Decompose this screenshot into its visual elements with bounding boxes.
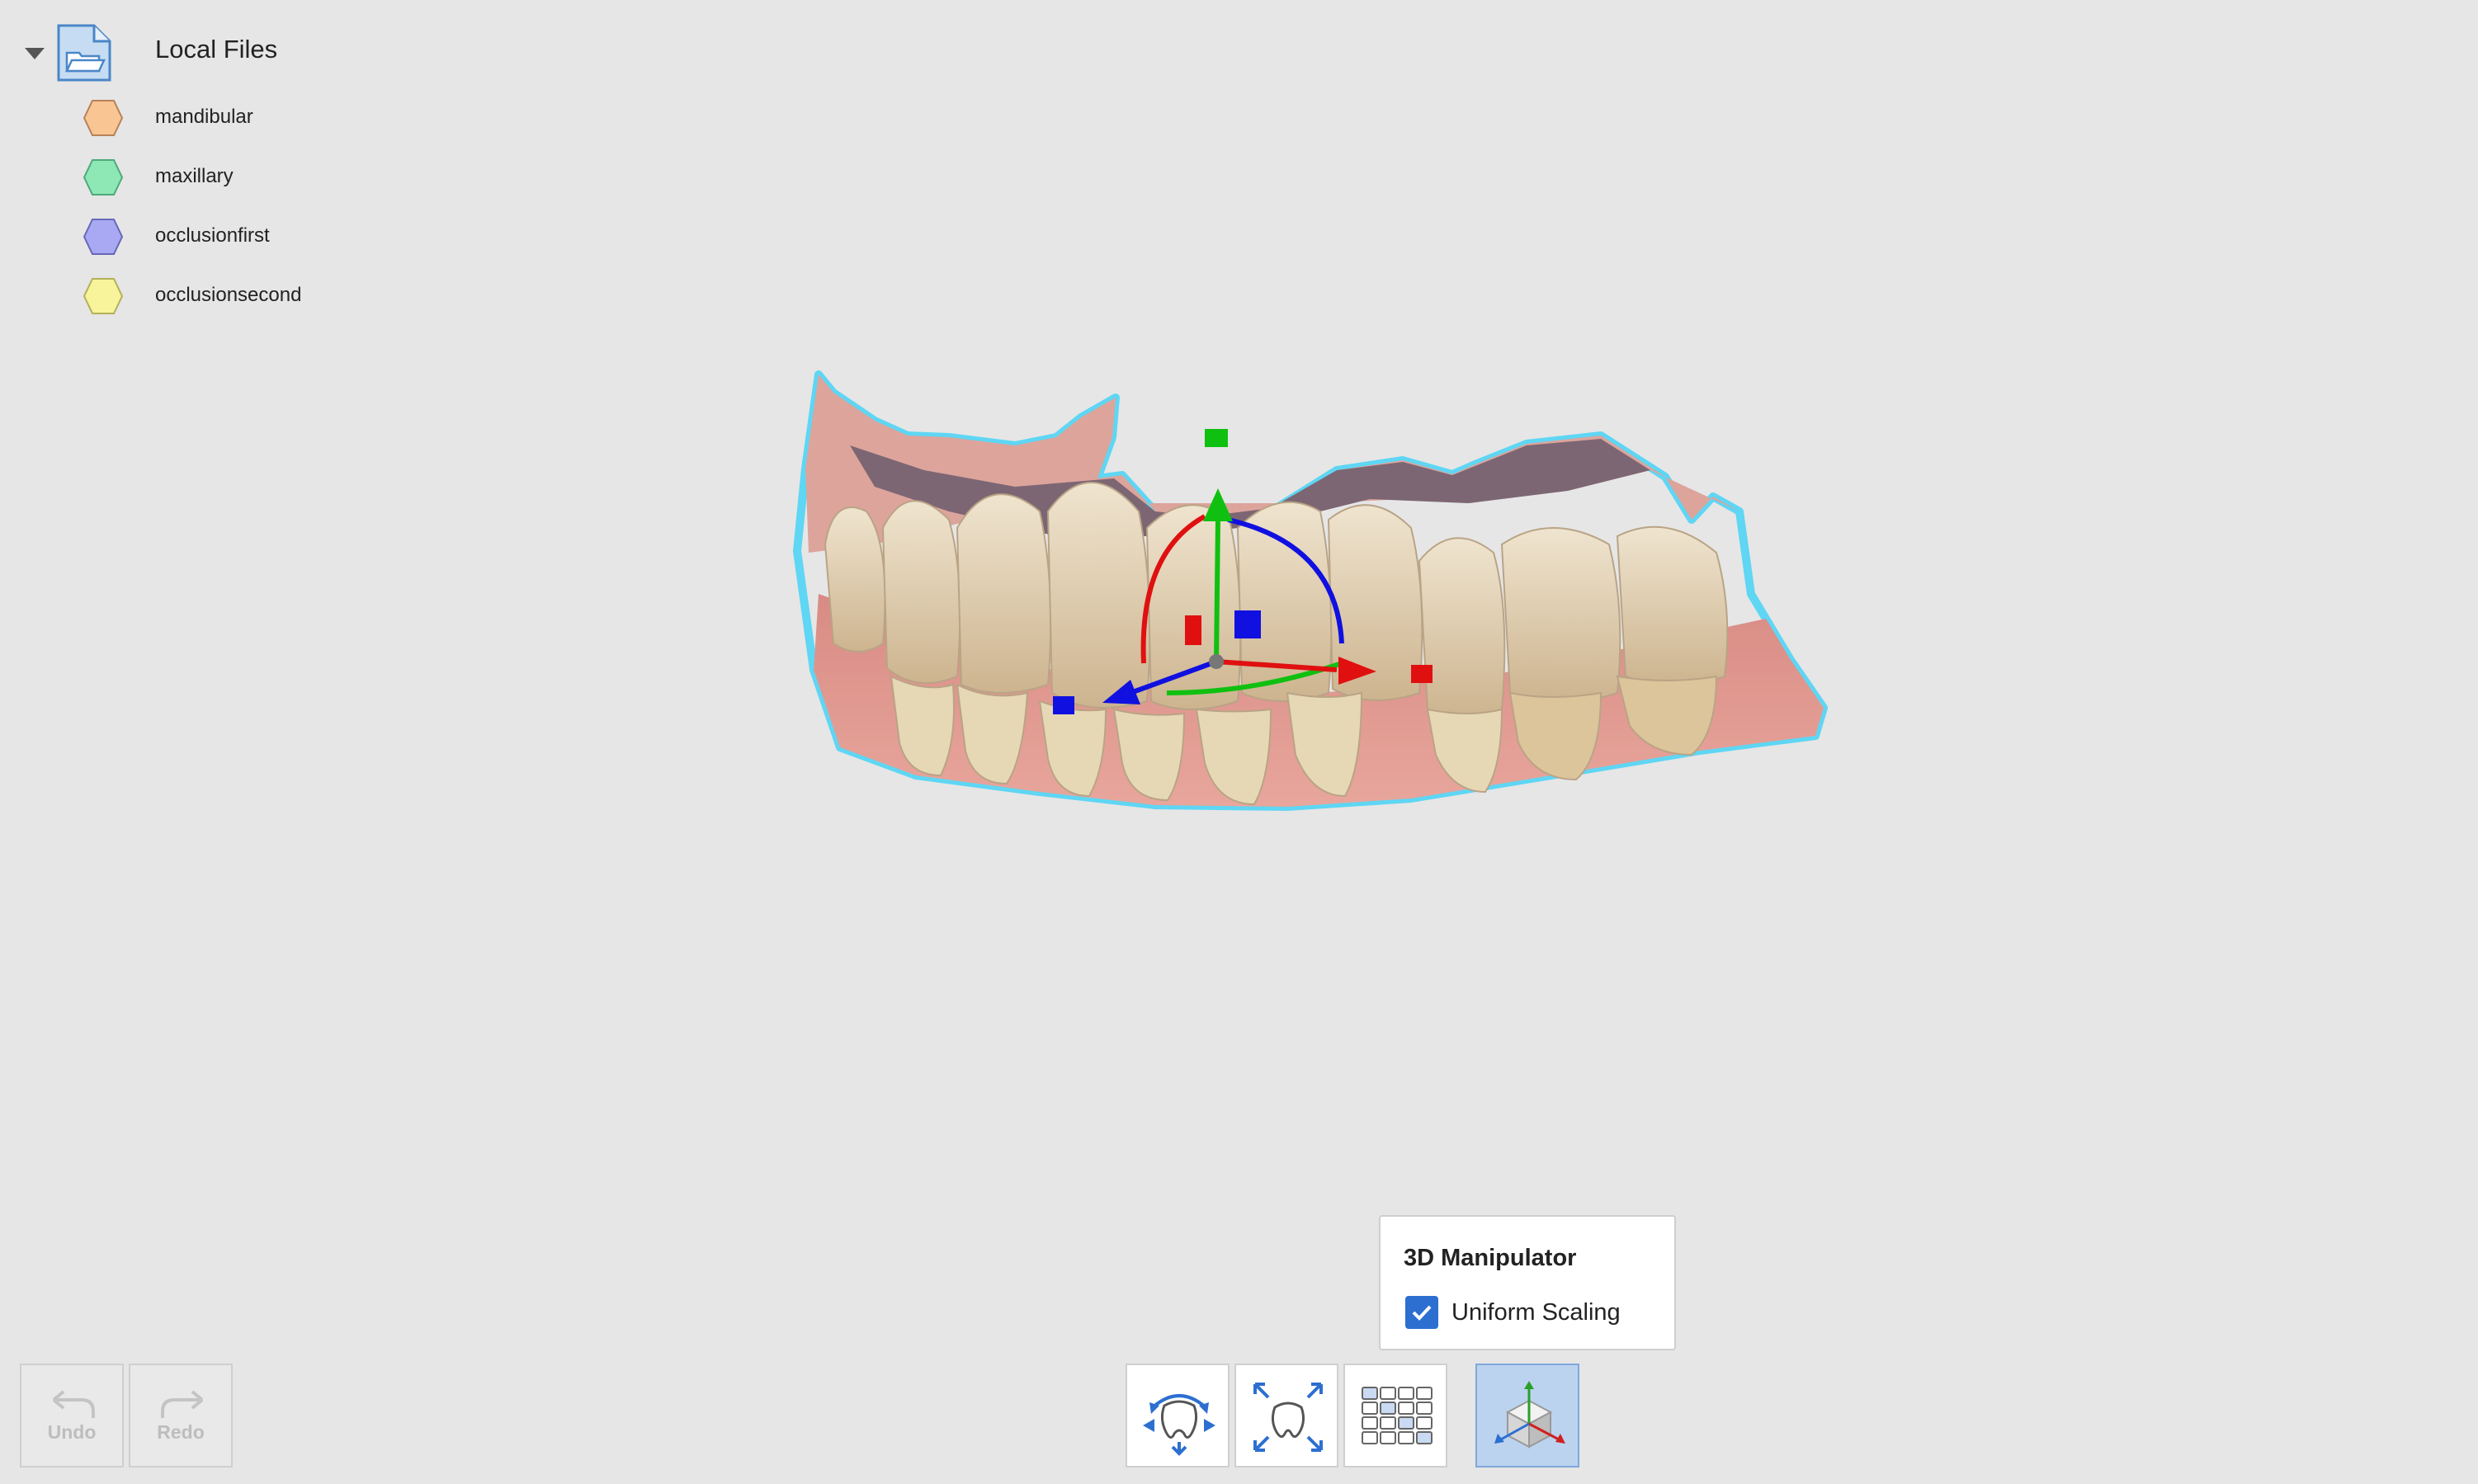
occlusionsecond-hexagon-icon bbox=[83, 278, 124, 314]
manipulator-options-panel: 3D Manipulator Uniform Scaling bbox=[1379, 1215, 1676, 1350]
3d-manipulator-icon bbox=[1494, 1381, 1565, 1449]
3d-manipulator-tool-button[interactable] bbox=[1475, 1364, 1579, 1468]
axis-z-scale-handle[interactable] bbox=[1053, 696, 1074, 714]
redo-arrow-icon bbox=[161, 1390, 204, 1418]
tree-item-label: occlusionsecond bbox=[155, 284, 302, 306]
tree-item-label: maxillary bbox=[155, 165, 234, 187]
tree-item-maxillary[interactable]: maxillary bbox=[83, 153, 429, 203]
grid-tool-button[interactable] bbox=[1343, 1364, 1447, 1468]
tree-root-label: Local Files bbox=[155, 35, 278, 64]
mandibular-hexagon-icon bbox=[83, 100, 124, 136]
undo-arrow-icon bbox=[52, 1390, 95, 1418]
rotate-tooth-icon bbox=[1143, 1394, 1215, 1456]
axis-y-scale-handle[interactable] bbox=[1205, 429, 1228, 447]
plane-z-handle[interactable] bbox=[1234, 610, 1261, 638]
uniform-scaling-checkbox[interactable] bbox=[1405, 1296, 1438, 1329]
occlusionfirst-hexagon-icon bbox=[83, 219, 124, 255]
rotate-tool-button[interactable] bbox=[1126, 1364, 1230, 1468]
undo-button[interactable]: Undo bbox=[20, 1364, 124, 1468]
3d-viewport[interactable] bbox=[743, 346, 1947, 957]
panel-title: 3D Manipulator bbox=[1404, 1245, 1577, 1271]
tree-item-label: mandibular bbox=[155, 106, 253, 128]
plane-x-handle[interactable] bbox=[1185, 615, 1201, 645]
redo-button[interactable]: Redo bbox=[129, 1364, 233, 1468]
gizmo-center[interactable] bbox=[1209, 654, 1224, 669]
checkmark-icon bbox=[1412, 1305, 1432, 1321]
tree-item-occlusionfirst[interactable]: occlusionfirst bbox=[83, 213, 429, 262]
tree-item-label: occlusionfirst bbox=[155, 224, 270, 247]
uniform-scaling-label[interactable]: Uniform Scaling bbox=[1451, 1299, 1621, 1326]
dental-scan-model[interactable] bbox=[793, 370, 1828, 811]
scale-tool-button[interactable] bbox=[1234, 1364, 1338, 1468]
scale-tooth-icon bbox=[1253, 1383, 1323, 1452]
tree-item-mandibular[interactable]: mandibular bbox=[83, 94, 429, 144]
grid-icon bbox=[1362, 1387, 1433, 1444]
axis-x-scale-handle[interactable] bbox=[1411, 665, 1433, 683]
maxillary-hexagon-icon bbox=[83, 159, 124, 196]
folder-icon bbox=[57, 24, 111, 82]
tree-item-occlusionsecond[interactable]: occlusionsecond bbox=[83, 272, 429, 322]
axis-y-line[interactable] bbox=[1214, 519, 1220, 662]
collapse-caret-icon[interactable] bbox=[25, 48, 45, 59]
redo-label: Redo bbox=[157, 1421, 205, 1443]
undo-label: Undo bbox=[47, 1421, 97, 1443]
tree-root-local-files[interactable]: Local Files bbox=[25, 23, 421, 82]
